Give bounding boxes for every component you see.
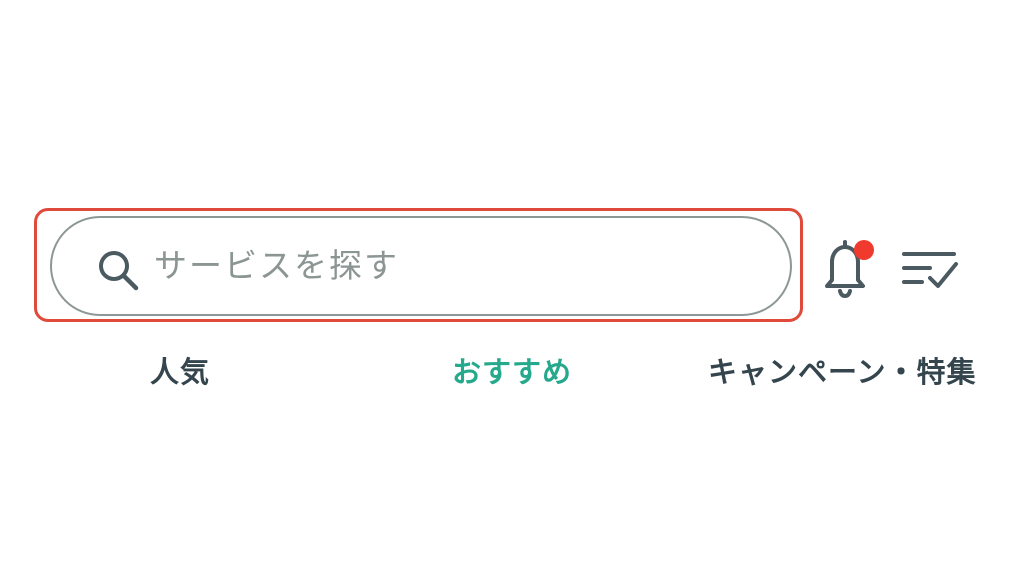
search-icon — [99, 251, 139, 291]
tab-campaign-features[interactable]: キャンペーン・特集 — [708, 352, 977, 392]
search-placeholder: サービスを探す — [154, 246, 399, 285]
tab-popular[interactable]: 人気 — [150, 352, 210, 392]
checklist-icon[interactable] — [900, 246, 962, 292]
tab-recommended[interactable]: おすすめ — [452, 352, 572, 392]
notification-badge — [854, 240, 874, 260]
search-bar[interactable]: サービスを探す — [50, 216, 792, 316]
app-screen: サービスを探す 人気 おすすめ キャンペーン・特集 — [0, 0, 1024, 576]
